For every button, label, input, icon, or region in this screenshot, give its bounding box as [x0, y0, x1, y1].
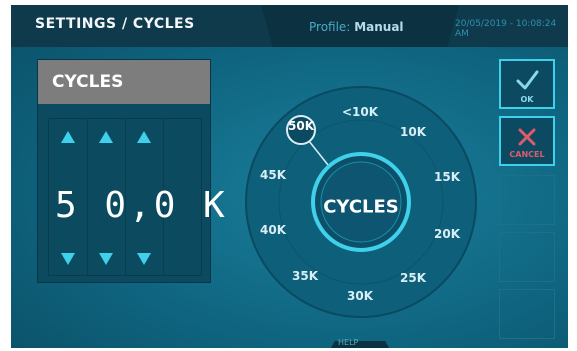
- cycles-value: 5 0,0 K: [55, 185, 228, 226]
- check-icon: [516, 70, 539, 90]
- dial-option-25k[interactable]: 25K: [400, 271, 426, 285]
- empty-slot-1: [499, 175, 555, 225]
- cancel-button[interactable]: CANCEL: [499, 116, 555, 166]
- datetime: 20/05/2019 - 10:08:24 AM: [455, 19, 557, 39]
- dial-option-20k[interactable]: 20K: [434, 227, 460, 241]
- digit3-up-arrow-icon[interactable]: [137, 131, 151, 143]
- dial-option-10k[interactable]: 10K: [400, 125, 426, 139]
- dial-option-15k[interactable]: 15K: [434, 170, 460, 184]
- digit3-down-arrow-icon[interactable]: [137, 253, 151, 265]
- empty-slot-2: [499, 232, 555, 282]
- panel-title: CYCLES: [52, 72, 124, 92]
- ok-label: OK: [520, 95, 534, 104]
- help-tab[interactable]: [327, 341, 393, 348]
- profile-value: Manual: [354, 20, 404, 34]
- empty-slot-3: [499, 289, 555, 339]
- dial-option-50k-selected[interactable]: 50K: [288, 119, 314, 133]
- cancel-label: CANCEL: [509, 150, 545, 159]
- dial-option-lt10k[interactable]: <10K: [342, 105, 378, 119]
- device-screen: SETTINGS / CYCLES Profile: Manual 20/05/…: [11, 5, 568, 348]
- digit1-down-arrow-icon[interactable]: [61, 253, 75, 265]
- cycles-panel: CYCLES 5 0,0 K: [37, 59, 228, 283]
- profile-label: Profile:: [309, 20, 351, 34]
- dial-option-45k[interactable]: 45K: [260, 168, 286, 182]
- ok-button[interactable]: OK: [499, 59, 555, 109]
- profile-indicator[interactable]: Profile: Manual: [309, 20, 404, 34]
- dial-option-35k[interactable]: 35K: [292, 269, 318, 283]
- page-title: SETTINGS / CYCLES: [35, 16, 195, 32]
- digit-editor: 5 0,0 K: [48, 118, 228, 276]
- panel-title-bar: CYCLES: [38, 60, 210, 104]
- dial-option-30k[interactable]: 30K: [347, 289, 373, 303]
- help-label[interactable]: HELP: [338, 338, 358, 347]
- dial-center-label[interactable]: CYCLES: [323, 197, 399, 218]
- digit2-down-arrow-icon[interactable]: [99, 253, 113, 265]
- digit1-up-arrow-icon[interactable]: [61, 131, 75, 143]
- dial-option-40k[interactable]: 40K: [260, 223, 286, 237]
- digit2-up-arrow-icon[interactable]: [99, 131, 113, 143]
